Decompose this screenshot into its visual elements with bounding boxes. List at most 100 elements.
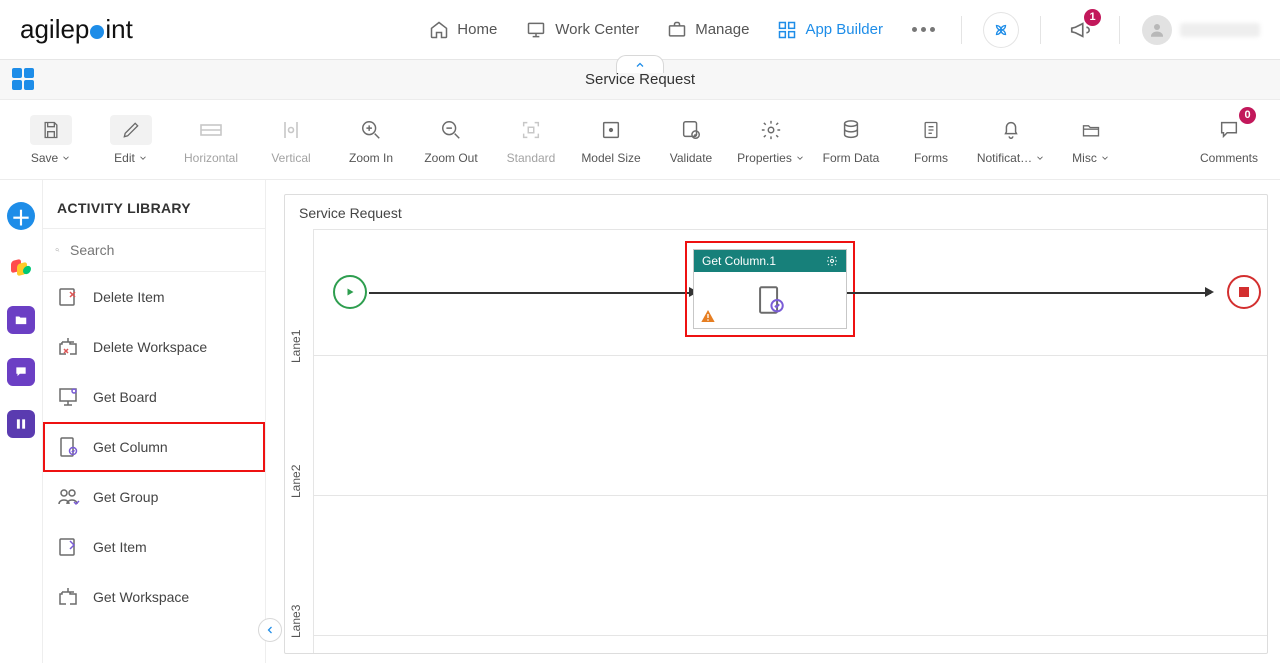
collapse-sidebar[interactable] <box>258 618 282 642</box>
database-icon <box>840 119 862 141</box>
align-horizontal-icon <box>199 122 223 138</box>
top-nav: agilepint Home Work Center Manage App Bu… <box>0 0 1280 60</box>
announcements-button[interactable]: 1 <box>1063 13 1097 47</box>
tool-validate[interactable]: Validate <box>654 107 728 173</box>
zoom-out-icon <box>440 119 462 141</box>
tool-properties[interactable]: Properties <box>734 107 808 173</box>
apps-icon <box>777 20 797 40</box>
start-node[interactable] <box>333 275 367 309</box>
nav-home-label: Home <box>457 21 497 38</box>
validate-icon <box>680 119 702 141</box>
gear-icon <box>760 119 782 141</box>
sidebar-item-label: Delete Item <box>93 289 165 305</box>
nav-manage[interactable]: Manage <box>667 20 749 40</box>
tool-modelsize-label: Model Size <box>581 151 640 165</box>
monitor-icon <box>525 20 547 40</box>
sidebar-item-get-column[interactable]: Get Column <box>43 422 265 472</box>
tool-misc[interactable]: Misc <box>1054 107 1128 173</box>
sidebar-item-label: Get Board <box>93 389 157 405</box>
sidebar-item-get-board[interactable]: Get Board <box>43 372 265 422</box>
tool-comments-label: Comments <box>1200 151 1258 165</box>
divider <box>961 16 962 44</box>
main-area: ＋ ACTIVITY LIBRARY Delete Item Del <box>0 180 1280 663</box>
pause-icon <box>14 417 28 431</box>
chevron-left-icon <box>264 624 276 636</box>
sync-button[interactable] <box>984 13 1018 47</box>
nav-workcenter[interactable]: Work Center <box>525 20 639 40</box>
chevron-up-icon <box>634 59 646 71</box>
tool-zoomout-label: Zoom Out <box>424 151 477 165</box>
pinwheel-icon <box>992 21 1010 39</box>
activity-library-sidebar: ACTIVITY LIBRARY Delete Item Delete Work… <box>42 180 266 663</box>
fit-standard-icon <box>520 119 542 141</box>
canvas-wrapper: Service Request Lane1 Lane2 Lane3 Get Co… <box>266 180 1280 663</box>
toolbar: Save Edit Horizontal Vertical Zoom In Zo… <box>0 100 1280 180</box>
avatar-icon <box>1142 15 1172 45</box>
lane-label-3: Lane3 <box>289 605 303 638</box>
tool-horizontal: Horizontal <box>174 107 248 173</box>
activity-title: Get Column.1 <box>702 254 776 268</box>
chevron-down-icon <box>795 153 805 163</box>
play-icon <box>344 286 356 298</box>
tool-formdata[interactable]: Form Data <box>814 107 888 173</box>
user-name-blurred <box>1180 23 1260 37</box>
delete-workspace-icon <box>56 335 80 359</box>
chevron-down-icon <box>61 153 71 163</box>
search-input[interactable] <box>68 241 253 259</box>
notification-badge: 1 <box>1084 9 1101 26</box>
sidebar-item-get-group[interactable]: Get Group <box>43 472 265 522</box>
process-canvas[interactable]: Service Request Lane1 Lane2 Lane3 Get Co… <box>284 194 1268 654</box>
align-vertical-icon <box>282 120 300 140</box>
tool-edit[interactable]: Edit <box>94 107 168 173</box>
tool-save[interactable]: Save <box>14 107 88 173</box>
lane-labels: Lane1 Lane2 Lane3 <box>285 243 313 653</box>
tool-forms[interactable]: Forms <box>894 107 968 173</box>
tool-zoomin[interactable]: Zoom In <box>334 107 408 173</box>
activity-get-column[interactable]: Get Column.1 <box>685 241 855 337</box>
tool-notifications[interactable]: Notificat… <box>974 107 1048 173</box>
board-icon <box>56 385 80 409</box>
rail-folder[interactable] <box>7 306 35 334</box>
folder-solid-icon <box>13 313 29 327</box>
lane-separator <box>313 229 1267 230</box>
divider <box>1119 16 1120 44</box>
rail-monday[interactable] <box>7 254 35 282</box>
gear-icon[interactable] <box>826 255 838 267</box>
nav-appbuilder[interactable]: App Builder <box>777 20 883 40</box>
rail-chat[interactable] <box>7 358 35 386</box>
rail-pause[interactable] <box>7 410 35 438</box>
nav-more[interactable] <box>911 27 935 32</box>
rail-add-button[interactable]: ＋ <box>7 202 35 230</box>
tool-forms-label: Forms <box>914 151 948 165</box>
sidebar-item-label: Get Column <box>93 439 168 455</box>
end-node[interactable] <box>1227 275 1261 309</box>
chevron-down-icon <box>1035 153 1045 163</box>
warning-icon <box>700 308 716 324</box>
divider <box>1040 16 1041 44</box>
bell-icon <box>1000 119 1022 141</box>
tool-comments[interactable]: 0 Comments <box>1192 107 1266 173</box>
user-menu[interactable] <box>1142 15 1260 45</box>
sidebar-search[interactable] <box>43 228 265 272</box>
group-icon <box>56 485 80 509</box>
canvas-title: Service Request <box>299 205 402 221</box>
sidebar-item-get-item[interactable]: Get Item <box>43 522 265 572</box>
lane-vertical-divider <box>313 229 314 653</box>
lane-label-2: Lane2 <box>289 465 303 498</box>
zoom-in-icon <box>360 119 382 141</box>
flow-connector <box>847 292 1211 294</box>
sidebar-item-get-workspace[interactable]: Get Workspace <box>43 572 265 622</box>
sidebar-item-delete-workspace[interactable]: Delete Workspace <box>43 322 265 372</box>
tool-standard-label: Standard <box>507 151 556 165</box>
dashboard-toggle[interactable] <box>12 68 36 90</box>
tool-notifications-label: Notificat… <box>977 151 1032 165</box>
sidebar-item-delete-item[interactable]: Delete Item <box>43 272 265 322</box>
home-icon <box>429 20 449 40</box>
tool-zoomout[interactable]: Zoom Out <box>414 107 488 173</box>
search-icon <box>55 241 60 259</box>
tool-zoomin-label: Zoom In <box>349 151 393 165</box>
nav-home[interactable]: Home <box>429 20 497 40</box>
stop-icon <box>1239 287 1249 297</box>
collapse-titlebar[interactable] <box>616 55 664 73</box>
tool-modelsize[interactable]: Model Size <box>574 107 648 173</box>
